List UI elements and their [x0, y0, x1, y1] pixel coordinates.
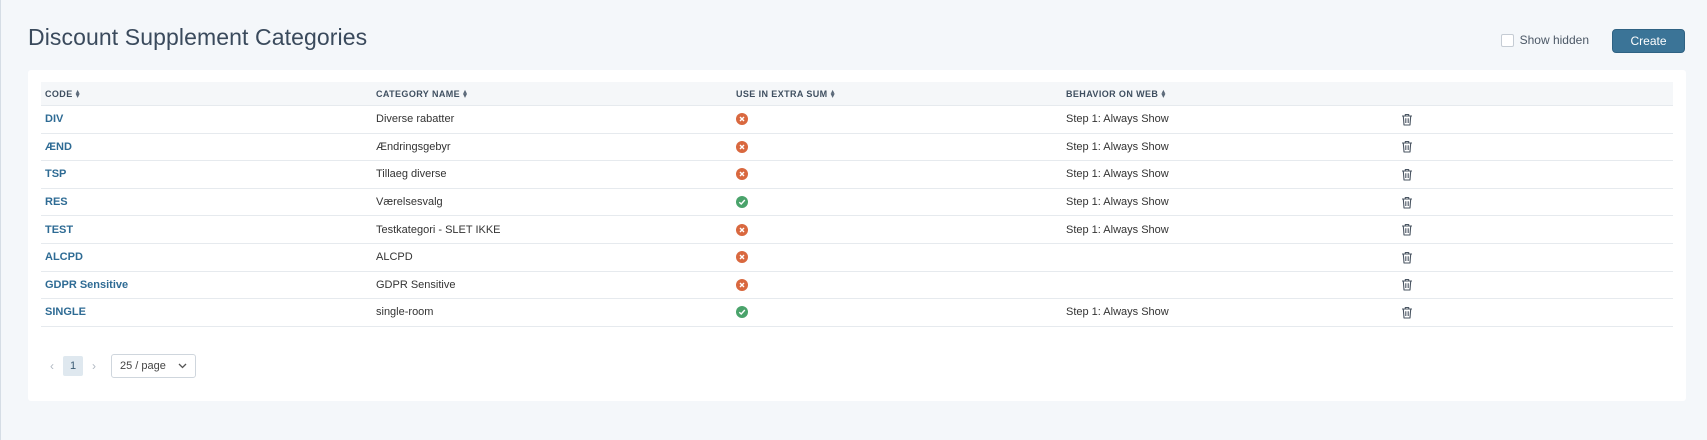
trash-icon[interactable]	[1401, 113, 1413, 126]
x-circle-icon	[736, 168, 748, 181]
use-in-extra-sum-cell	[736, 161, 748, 188]
table-row: TEST Testkategori - SLET IKKE Step 1: Alwa…	[41, 216, 1673, 244]
x-circle-icon	[736, 113, 748, 126]
category-code-link[interactable]: RES	[45, 189, 68, 216]
delete-cell	[1401, 134, 1413, 161]
sort-icon[interactable]: ▴ ▾	[1161, 88, 1165, 100]
sort-icon[interactable]: ▴ ▾	[831, 88, 835, 100]
trash-icon[interactable]	[1401, 196, 1413, 209]
behavior-on-web: Step 1: Always Show	[1066, 196, 1169, 209]
delete-cell	[1401, 272, 1413, 299]
table-header: CODE ▴ ▾ CATEGORY NAME ▴ ▾ USE IN EXTRA SU…	[41, 82, 1673, 106]
category-code-link[interactable]: TEST	[45, 216, 73, 243]
chevron-down-icon	[178, 363, 187, 369]
category-name: Tillaeg diverse	[376, 168, 447, 181]
behavior-on-web: Step 1: Always Show	[1066, 140, 1169, 153]
delete-cell	[1401, 216, 1413, 243]
previous-page-button[interactable]: ‹	[41, 359, 63, 373]
delete-cell	[1401, 189, 1413, 216]
category-code-link[interactable]: SINGLE	[45, 299, 86, 326]
category-code-link[interactable]: TSP	[45, 161, 66, 188]
table-row: SINGLE single-room Step 1: Always Show	[41, 299, 1673, 327]
show-hidden-checkbox[interactable]	[1500, 33, 1514, 47]
trash-icon[interactable]	[1401, 223, 1413, 236]
category-name: Diverse rabatter	[376, 113, 455, 126]
column-header-category-name[interactable]: CATEGORY NAME ▴ ▾	[376, 82, 467, 106]
category-code-link[interactable]: ÆND	[45, 134, 72, 161]
delete-cell	[1401, 299, 1413, 326]
next-page-button[interactable]: ›	[83, 359, 105, 373]
check-circle-icon	[736, 196, 748, 209]
trash-icon[interactable]	[1401, 251, 1413, 264]
x-circle-icon	[736, 223, 748, 236]
table-row: DIV Diverse rabatter Step 1: Always Show	[41, 106, 1673, 134]
use-in-extra-sum-cell	[736, 299, 748, 326]
pagination: ‹ 1 › 25 / page	[41, 354, 196, 378]
column-header-label: CATEGORY NAME	[376, 89, 461, 99]
delete-cell	[1401, 244, 1413, 271]
category-name: ALCPD	[376, 251, 413, 264]
behavior-on-web: Step 1: Always Show	[1066, 223, 1169, 236]
use-in-extra-sum-cell	[736, 189, 748, 216]
trash-icon[interactable]	[1401, 278, 1413, 291]
use-in-extra-sum-cell	[736, 134, 748, 161]
column-header-use-in-extra-sum[interactable]: USE IN EXTRA SUM ▴ ▾	[736, 82, 835, 106]
table-row: RES Værelsesvalg Step 1: Always Show	[41, 189, 1673, 217]
table-row: ALCPD ALCPD	[41, 244, 1673, 272]
show-hidden-toggle[interactable]: Show hidden	[1500, 33, 1589, 47]
behavior-on-web: Step 1: Always Show	[1066, 113, 1169, 126]
column-header-label: BEHAVIOR ON WEB	[1066, 89, 1159, 99]
table-row: TSP Tillaeg diverse Step 1: Always Show	[41, 161, 1673, 189]
page-header: Discount Supplement Categories Show hidd…	[28, 22, 1685, 54]
trash-icon[interactable]	[1401, 306, 1413, 319]
category-code-link[interactable]: DIV	[45, 106, 63, 133]
category-name: Testkategori - SLET IKKE	[376, 223, 501, 236]
delete-cell	[1401, 161, 1413, 188]
behavior-on-web: Step 1: Always Show	[1066, 306, 1169, 319]
x-circle-icon	[736, 251, 748, 264]
x-circle-icon	[736, 278, 748, 291]
category-code-link[interactable]: ALCPD	[45, 244, 83, 271]
check-circle-icon	[736, 306, 748, 319]
trash-icon[interactable]	[1401, 168, 1413, 181]
category-name: Værelsesvalg	[376, 196, 443, 209]
page-size-value: 25 / page	[120, 360, 166, 372]
behavior-on-web: Step 1: Always Show	[1066, 168, 1169, 181]
use-in-extra-sum-cell	[736, 216, 748, 243]
column-header-label: USE IN EXTRA SUM	[736, 89, 828, 99]
page-button-current[interactable]: 1	[63, 356, 83, 376]
column-header-behavior-on-web[interactable]: BEHAVIOR ON WEB ▴ ▾	[1066, 82, 1166, 106]
column-header-label: CODE	[45, 89, 73, 99]
sort-icon[interactable]: ▴ ▾	[76, 88, 80, 100]
page-title: Discount Supplement Categories	[28, 24, 368, 50]
window-edge	[0, 0, 1, 440]
x-circle-icon	[736, 140, 748, 153]
use-in-extra-sum-cell	[736, 106, 748, 133]
categories-table: CODE ▴ ▾ CATEGORY NAME ▴ ▾ USE IN EXTRA SU…	[41, 82, 1673, 327]
sort-icon[interactable]: ▴ ▾	[463, 88, 467, 100]
delete-cell	[1401, 106, 1413, 133]
use-in-extra-sum-cell	[736, 272, 748, 299]
table-row: ÆND Ændringsgebyr Step 1: Always Show	[41, 134, 1673, 162]
category-name: Ændringsgebyr	[376, 140, 451, 153]
create-button[interactable]: Create	[1612, 29, 1685, 53]
category-name: GDPR Sensitive	[376, 278, 456, 291]
trash-icon[interactable]	[1401, 140, 1413, 153]
table-row: GDPR Sensitive GDPR Sensitive	[41, 272, 1673, 300]
use-in-extra-sum-cell	[736, 244, 748, 271]
page-size-select[interactable]: 25 / page	[111, 354, 196, 378]
category-code-link[interactable]: GDPR Sensitive	[45, 272, 128, 299]
table-body: DIV Diverse rabatter Step 1: Always Show ÆN…	[41, 106, 1673, 327]
category-name: single-room	[376, 306, 434, 319]
categories-card: CODE ▴ ▾ CATEGORY NAME ▴ ▾ USE IN EXTRA SU…	[28, 70, 1686, 401]
show-hidden-label: Show hidden	[1519, 33, 1589, 47]
column-header-code[interactable]: CODE ▴ ▾	[45, 82, 80, 106]
